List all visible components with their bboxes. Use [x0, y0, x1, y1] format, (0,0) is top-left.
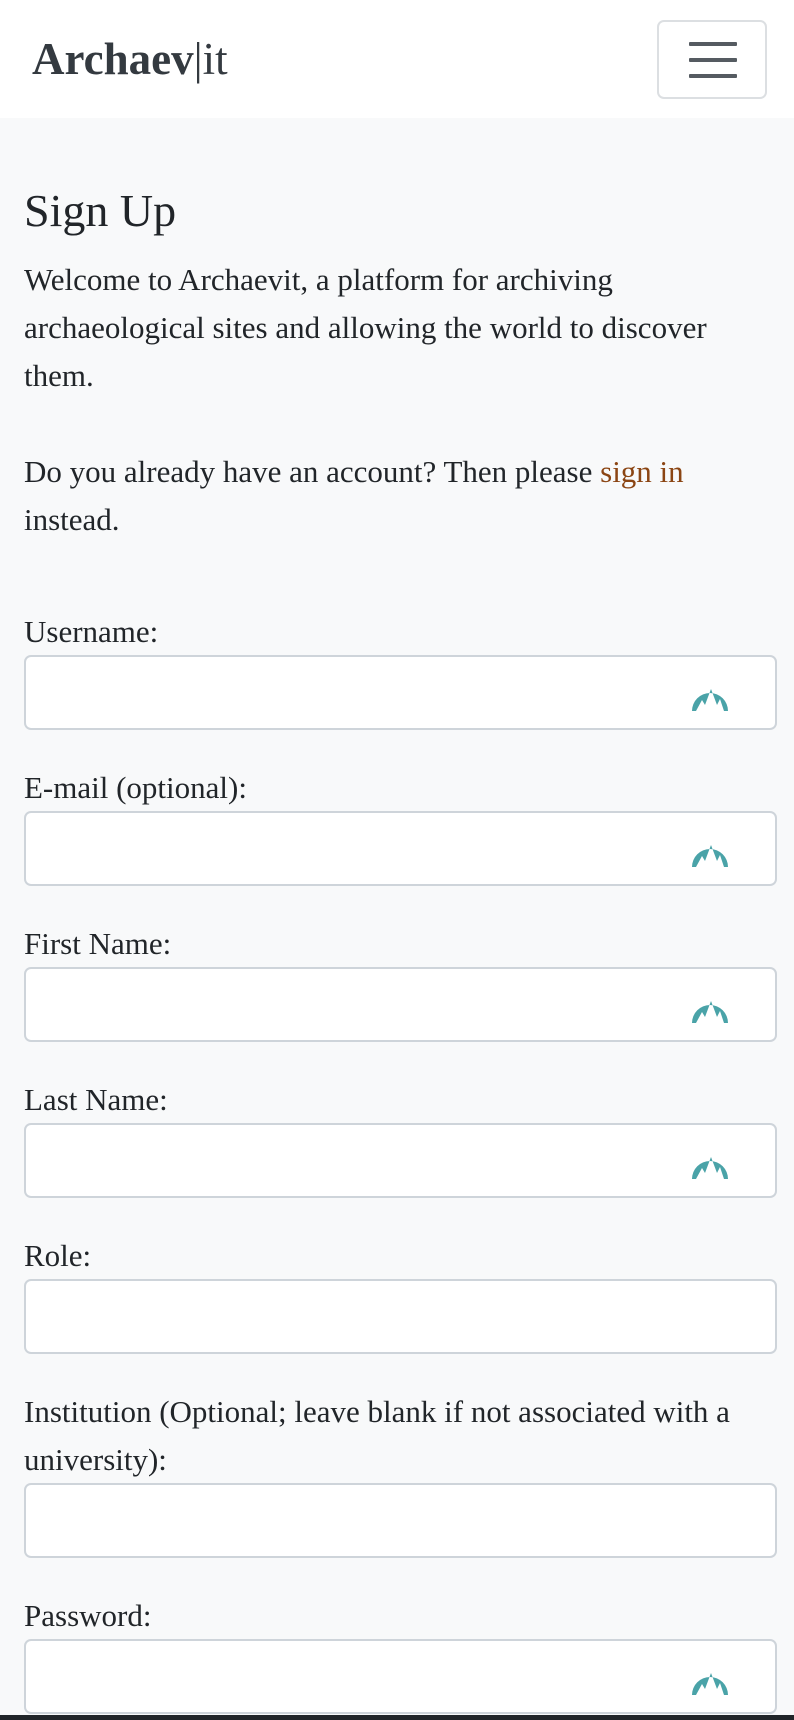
password-field-box — [24, 1639, 777, 1714]
first-name-input[interactable] — [26, 969, 775, 1040]
brand-logo[interactable]: Archaev|it — [32, 32, 228, 86]
role-input[interactable] — [26, 1281, 775, 1352]
last-name-field-box — [24, 1123, 777, 1198]
mountain-icon[interactable] — [690, 1659, 730, 1699]
mountain-icon[interactable] — [690, 675, 730, 715]
hamburger-menu-icon-line — [689, 58, 737, 62]
password-input[interactable] — [26, 1641, 775, 1712]
institution-label: Institution (Optional; leave blank if no… — [24, 1394, 730, 1477]
navbar: Archaev|it — [0, 0, 794, 118]
institution-field-box — [24, 1483, 777, 1558]
email-field-box — [24, 811, 777, 886]
username-input[interactable] — [26, 657, 775, 728]
username-field-box — [24, 655, 777, 730]
page-title: Sign Up — [24, 185, 177, 236]
institution-input[interactable] — [26, 1485, 775, 1556]
mountain-icon[interactable] — [690, 987, 730, 1027]
password-label: Password: — [24, 1598, 152, 1633]
username-label: Username: — [24, 614, 159, 649]
mountain-icon[interactable] — [690, 1143, 730, 1183]
brand-name-bold: Archaev — [32, 34, 194, 84]
intro-text: Welcome to Archaevit, a platform for arc… — [24, 262, 707, 393]
role-field-box — [24, 1279, 777, 1354]
first-name-label: First Name: — [24, 926, 172, 961]
hamburger-menu-icon-line — [689, 74, 737, 78]
signin-link[interactable]: sign in — [600, 454, 684, 489]
brand-name-light: it — [202, 34, 228, 84]
brand-separator: | — [193, 34, 203, 84]
hamburger-menu-icon — [689, 42, 737, 46]
mountain-icon[interactable] — [690, 831, 730, 871]
signin-prompt: Do you already have an account? Then ple… — [24, 448, 776, 544]
email-input[interactable] — [26, 813, 775, 884]
role-label: Role: — [24, 1238, 92, 1273]
hamburger-menu-button[interactable] — [657, 20, 767, 99]
signin-prefix: Do you already have an account? Then ple… — [24, 454, 601, 489]
first-name-field-box — [24, 967, 777, 1042]
email-label: E-mail (optional): — [24, 770, 247, 805]
signin-suffix: instead. — [24, 502, 120, 537]
last-name-label: Last Name: — [24, 1082, 168, 1117]
bottom-edge — [0, 1715, 794, 1720]
last-name-input[interactable] — [26, 1125, 775, 1196]
